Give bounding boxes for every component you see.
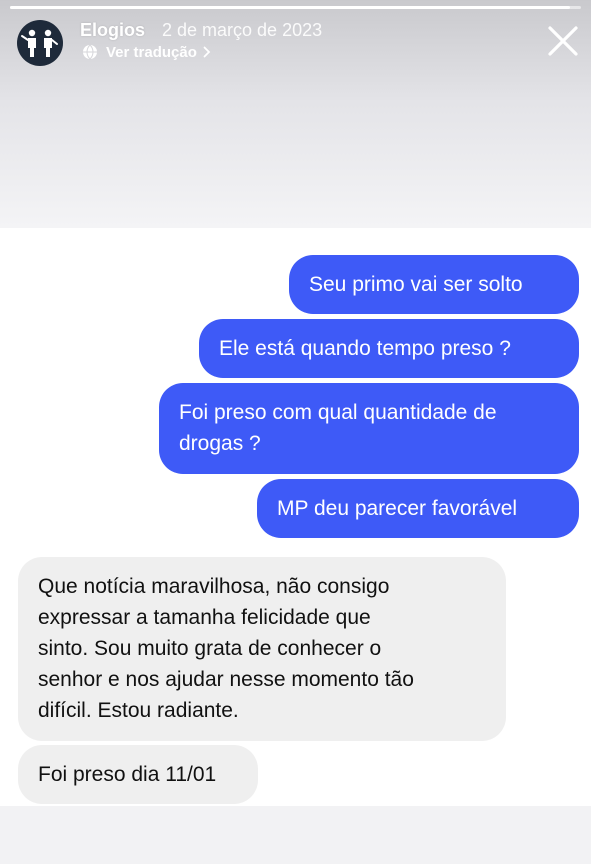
avatar[interactable] bbox=[17, 20, 63, 66]
account-name[interactable]: Elogios bbox=[80, 20, 145, 41]
message-line: difícil. Estou radiante. bbox=[38, 699, 239, 722]
message-line: senhor e nos ajudar nesse momento tão bbox=[38, 668, 414, 691]
message-line: Ele está quando tempo preso ? bbox=[219, 337, 511, 360]
outgoing-message: Foi preso com qual quantidade de drogas … bbox=[159, 383, 579, 474]
message-line: expressar a tamanha felicidade que bbox=[38, 606, 371, 629]
message-line: Seu primo vai ser solto bbox=[309, 273, 523, 296]
chevron-right-icon bbox=[203, 46, 211, 58]
message-line: MP deu parecer favorável bbox=[277, 497, 518, 520]
incoming-message: Foi preso dia 11/01 bbox=[18, 745, 258, 804]
message-line: sinto. Sou muito grata de conhecer o bbox=[38, 637, 382, 660]
post-date: 2 de março de 2023 bbox=[162, 20, 323, 40]
chat-screenshot: Seu primo vai ser solto Ele está quando … bbox=[0, 228, 591, 806]
close-button[interactable] bbox=[546, 24, 580, 58]
incoming-message: Que notícia maravilhosa, não consigo exp… bbox=[18, 557, 506, 741]
story-footer bbox=[0, 806, 591, 864]
see-translation-link[interactable]: Ver tradução bbox=[82, 43, 211, 61]
story-progress-bar bbox=[10, 6, 581, 9]
message-line: Que notícia maravilhosa, não consigo bbox=[38, 575, 390, 598]
globe-icon bbox=[82, 44, 98, 60]
story-header: Elogios 2 de março de 2023 Ver tradução bbox=[0, 0, 591, 228]
outgoing-message: Ele está quando tempo preso ? bbox=[199, 319, 579, 378]
message-line: Foi preso com qual quantidade de bbox=[179, 401, 497, 424]
outgoing-message: Seu primo vai ser solto bbox=[289, 255, 579, 314]
outgoing-message: MP deu parecer favorável bbox=[257, 479, 579, 538]
message-line: drogas ? bbox=[179, 432, 261, 455]
story-progress-fill bbox=[10, 6, 570, 9]
two-people-icon bbox=[21, 29, 58, 57]
see-translation-label: Ver tradução bbox=[106, 43, 197, 61]
message-line: Foi preso dia 11/01 bbox=[38, 763, 217, 786]
close-icon bbox=[548, 26, 578, 56]
